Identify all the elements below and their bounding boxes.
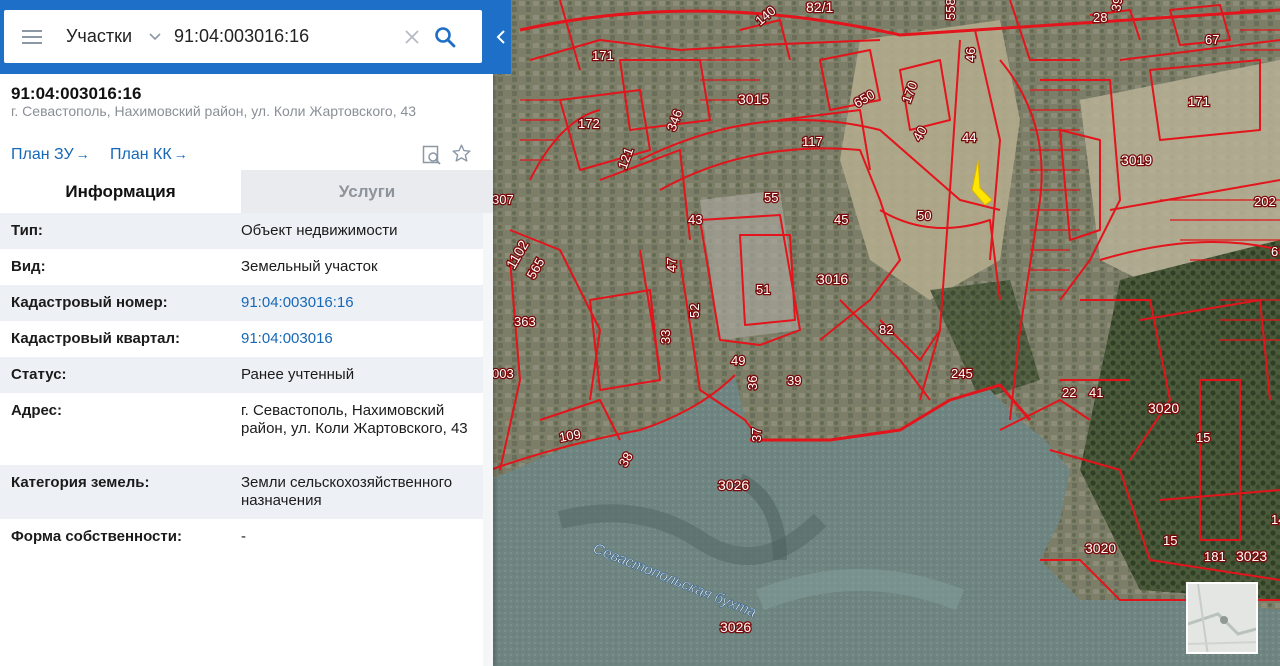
row-value: Объект недвижимости [241, 222, 398, 239]
info-panel: Участки 91:04:003016:16 г. Севастополь, … [0, 0, 511, 666]
menu-icon[interactable] [22, 29, 44, 45]
collapse-arrow-icon [496, 29, 505, 44]
info-table: Тип: Объект недвижимости Вид: Земельный … [0, 213, 483, 555]
row-value: Земли сельскохозяйственного назначения [241, 474, 453, 509]
parcel-label: 558 [943, 0, 958, 20]
search-box: Участки [4, 10, 482, 63]
arrow-right-icon: → [75, 146, 90, 162]
row-value: Земельный участок [241, 258, 378, 275]
row-key: Тип: [11, 222, 43, 239]
row-key: Форма собственности: [11, 528, 182, 545]
parcel-label: 45 [834, 212, 848, 227]
star-icon[interactable] [451, 143, 472, 164]
tab-info[interactable]: Информация [0, 170, 241, 213]
object-address: г. Севастополь, Нахимовский район, ул. К… [11, 103, 417, 119]
parcel-label: 39 [1108, 0, 1125, 13]
parcel-label: 37 [749, 428, 764, 442]
parcel-label: 49 [731, 353, 745, 368]
table-row: Форма собственности: - [0, 519, 483, 555]
collapse-panel-button[interactable] [490, 10, 511, 63]
tab-bar: Информация Услуги [0, 170, 493, 213]
parcel-label: 14 [1271, 512, 1280, 527]
parcel-label: 36 [745, 376, 760, 390]
search-type-select[interactable]: Участки [66, 26, 132, 47]
row-key: Вид: [11, 258, 46, 275]
parcel-label: 202 [1254, 194, 1276, 209]
parcel-label: 28 [1093, 10, 1107, 25]
scrollbar-track[interactable] [483, 213, 493, 666]
parcel-label: 171 [1188, 94, 1210, 109]
parcel-label: 307 [492, 192, 514, 207]
parcel-label: 3026 [718, 477, 749, 493]
cadastral-number-link[interactable]: 91:04:003016:16 [241, 285, 483, 321]
parcel-label: 003 [492, 366, 514, 381]
parcel-label: 67 [1205, 32, 1219, 47]
plan-kk-label: План КК [110, 146, 172, 163]
parcel-label: 181 [1204, 549, 1226, 564]
plan-kk-link[interactable]: План КК → [110, 146, 188, 164]
table-row: Категория земель: Земли сельскохозяйстве… [0, 465, 483, 519]
table-row: Кадастровый квартал: 91:04:003016 [0, 321, 483, 357]
row-value: - [241, 528, 246, 545]
parcel-label: 3026 [720, 619, 751, 635]
parcel-label: 39 [787, 373, 801, 388]
parcel-label: 15 [1196, 430, 1210, 445]
parcel-label: 363 [514, 314, 536, 329]
parcel-label: 3015 [738, 91, 769, 107]
row-key: Кадастровый квартал: [11, 330, 181, 347]
parcel-label: 3016 [817, 271, 848, 287]
parcel-label: 44 [962, 130, 976, 145]
parcel-label: 22 [1062, 385, 1076, 400]
table-row: Вид: Земельный участок [0, 249, 483, 285]
arrow-right-icon: → [173, 146, 188, 162]
parcel-label: 47 [664, 258, 679, 272]
object-title: 91:04:003016:16 [11, 84, 142, 103]
parcel-label: 245 [951, 366, 973, 381]
row-value: Ранее учтенный [241, 366, 355, 383]
parcel-label: 43 [688, 212, 702, 227]
parcel-label: 3023 [1236, 548, 1267, 564]
table-row: Тип: Объект недвижимости [0, 213, 483, 249]
parcel-label: 52 [687, 304, 702, 318]
parcel-label: 33 [658, 330, 673, 344]
parcel-label: 41 [1089, 385, 1103, 400]
parcel-label: 172 [578, 116, 600, 131]
parcel-label: 3020 [1085, 540, 1116, 556]
parcel-label: 82/1 [806, 0, 833, 15]
parcel-label: 3020 [1148, 400, 1179, 416]
search-bar: Участки [0, 0, 511, 74]
cadastral-quarter-link[interactable]: 91:04:003016 [241, 321, 483, 357]
search-icon[interactable] [434, 26, 456, 48]
minimap[interactable] [1186, 582, 1258, 654]
table-row: Адрес: г. Севастополь, Нахимовский район… [0, 393, 483, 465]
table-row: Кадастровый номер: 91:04:003016:16 [0, 285, 483, 321]
parcel-label: 3019 [1121, 152, 1152, 168]
row-key: Адрес: [11, 402, 62, 419]
clear-icon[interactable] [404, 29, 420, 45]
table-row: Статус: Ранее учтенный [0, 357, 483, 393]
parcel-label: 55 [764, 190, 778, 205]
parcel-label: 51 [756, 282, 770, 297]
preview-icon[interactable] [422, 145, 442, 165]
row-key: Категория земель: [11, 474, 150, 491]
parcel-label: 171 [592, 48, 614, 63]
plan-zu-link[interactable]: План ЗУ → [11, 146, 90, 164]
chevron-down-icon[interactable] [148, 30, 162, 44]
search-input[interactable] [174, 26, 402, 47]
parcel-label: 6 [1271, 244, 1278, 259]
row-key: Статус: [11, 366, 67, 383]
row-key: Кадастровый номер: [11, 294, 168, 311]
tab-services[interactable]: Услуги [241, 170, 493, 213]
parcel-label: 15 [1163, 533, 1177, 548]
parcel-label: 82 [879, 322, 893, 337]
parcel-label: 50 [917, 208, 931, 223]
row-value: г. Севастополь, Нахимовский район, ул. К… [241, 402, 468, 437]
plan-zu-label: План ЗУ [11, 146, 74, 163]
parcel-label: 46 [963, 48, 978, 62]
parcel-label: 117 [802, 134, 823, 149]
